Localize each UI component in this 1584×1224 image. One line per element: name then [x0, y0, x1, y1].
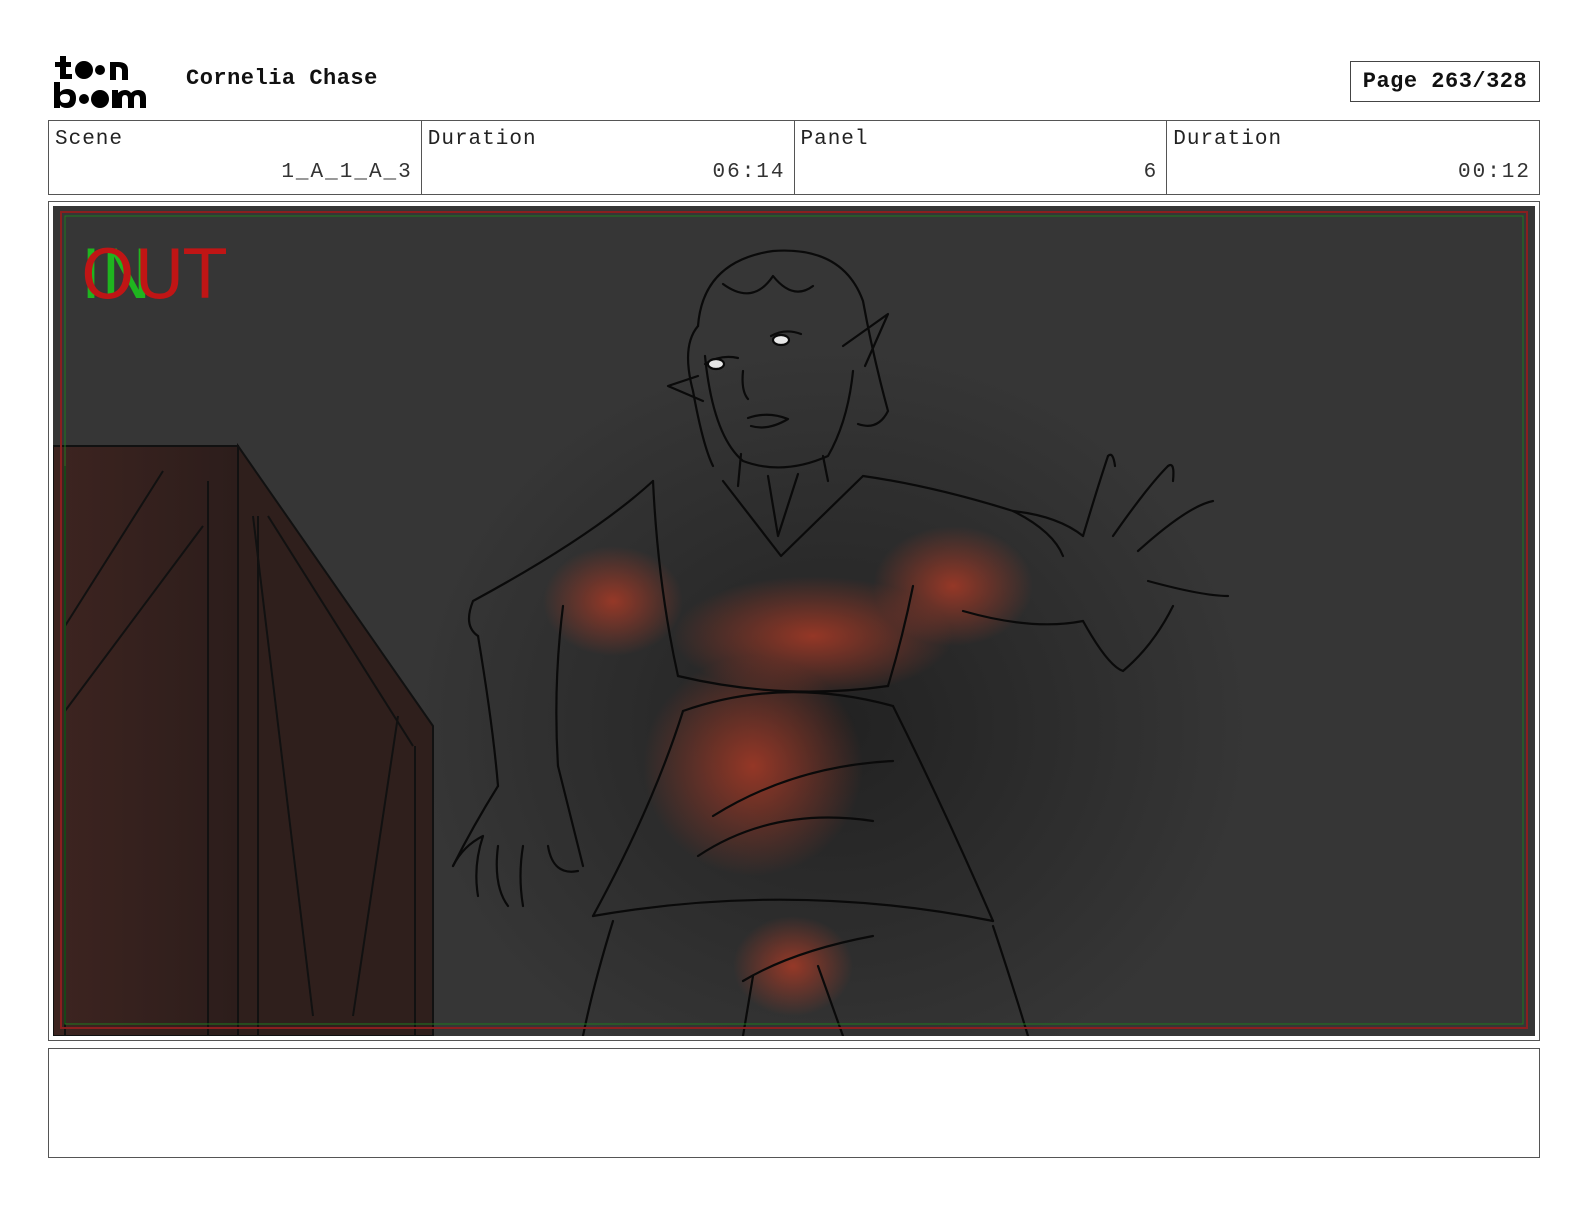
scene-label: Scene [55, 128, 124, 151]
glow-left-shoulder [543, 546, 683, 656]
panel-duration-label: Duration [1173, 128, 1283, 151]
scene-duration-label: Duration [427, 128, 537, 151]
panel-duration-value: 00:12 [1457, 161, 1531, 184]
project-title: Cornelia Chase [186, 66, 378, 91]
panel-notes [48, 1048, 1540, 1158]
panel-value: 6 [1143, 161, 1159, 184]
out-marker: OUT [81, 236, 226, 315]
toon-boom-logo: toon [54, 56, 146, 108]
panel-duration-cell: Duration 00:12 [1167, 121, 1539, 194]
scene-duration-value: 06:14 [712, 161, 786, 184]
scene-cell: Scene 1_A_1_A_3 [49, 121, 422, 194]
page-indicator: Page 263/328 [1350, 61, 1540, 102]
storyboard-panel: IN OUT [48, 201, 1540, 1041]
panel-drawing: IN OUT [53, 206, 1535, 1036]
glow-legs [733, 916, 853, 1016]
glow-right-arm [873, 526, 1033, 646]
scene-duration-cell: Duration 06:14 [422, 121, 795, 194]
panel-info-table: Scene 1_A_1_A_3 Duration 06:14 Panel 6 D… [48, 120, 1540, 195]
panel-label: Panel [800, 128, 869, 151]
scene-value: 1_A_1_A_3 [281, 161, 413, 184]
panel-cell: Panel 6 [795, 121, 1168, 194]
